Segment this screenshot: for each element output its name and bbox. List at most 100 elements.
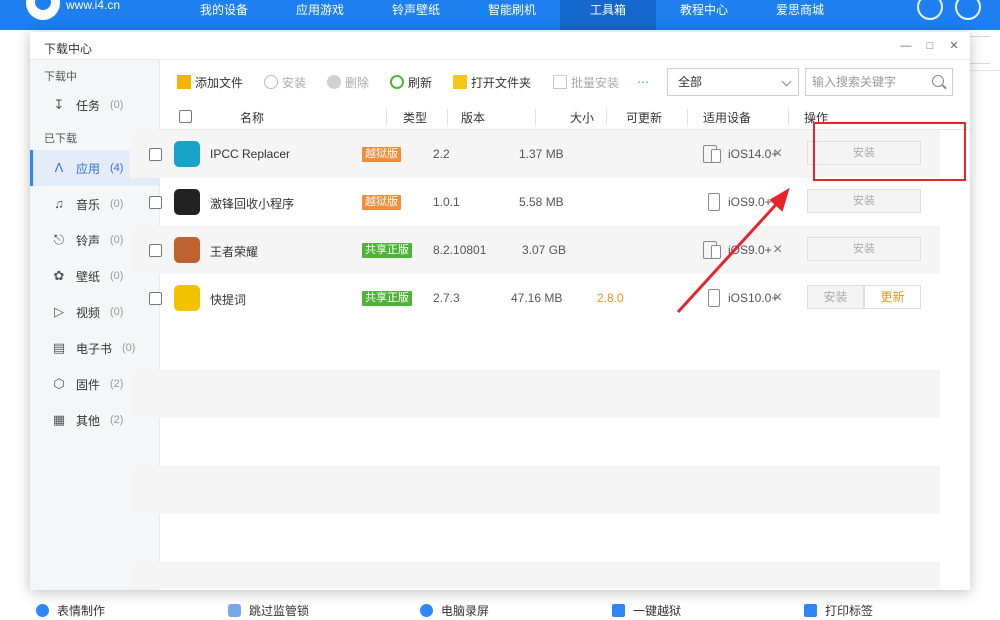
sidebar-item-count: (0) — [110, 99, 124, 111]
column-size: 大小 — [570, 111, 595, 125]
tool-label: 打印标签 — [825, 604, 874, 618]
remove-icon[interactable]: × — [773, 242, 782, 258]
sidebar-item-count: (0) — [110, 270, 124, 282]
search-icon[interactable] — [932, 75, 944, 87]
minimize-icon[interactable]: — — [899, 39, 913, 53]
maximize-icon[interactable]: □ — [923, 39, 937, 53]
toolbar-label: 删除 — [345, 75, 370, 90]
refresh-button[interactable]: 刷新 — [390, 74, 432, 90]
more-icon[interactable]: ⋯ — [637, 74, 649, 90]
nav-smart-flash[interactable]: 智能刷机 — [464, 0, 560, 30]
lock-icon — [612, 604, 625, 617]
sidebar-item-tasks[interactable]: ↧ 任务 (0) — [30, 88, 159, 122]
install-app-button[interactable]: 安装 — [807, 141, 921, 165]
filter-value: 全部 — [678, 75, 703, 89]
download-circle-icon[interactable] — [917, 0, 943, 20]
sidebar-item-label: 电子书 — [76, 341, 113, 356]
nav-apps-games[interactable]: 应用游戏 — [272, 0, 368, 30]
sidebar-item-label: 固件 — [76, 377, 101, 392]
row-checkbox[interactable] — [149, 292, 162, 305]
sidebar-item-label: 壁纸 — [76, 269, 101, 284]
app-header: www.i4.cn 我的设备 应用游戏 铃声壁纸 智能刷机 工具箱 教程中心 爱… — [0, 0, 1000, 30]
app-size: 3.07 GB — [522, 243, 567, 257]
section-downloading: 下载中 — [44, 71, 77, 83]
user-avatar-icon[interactable] — [955, 0, 981, 20]
install-app-button[interactable]: 安装 — [807, 237, 921, 261]
toolbar-label: 打开文件夹 — [471, 75, 532, 90]
filter-select[interactable]: 全部 — [667, 68, 799, 96]
table-row[interactable]: 快提词 共享正版 2.7.3 47.16 MB 2.8.0 iOS10.0+ ×… — [130, 274, 940, 322]
remove-icon[interactable]: × — [773, 146, 782, 162]
ipcc-replacer-app-icon — [174, 141, 200, 167]
nav-shop[interactable]: 爱思商城 — [752, 0, 848, 30]
smiley-icon — [36, 604, 49, 617]
grid-icon: ▦ — [52, 412, 66, 427]
nav-toolbox[interactable]: 工具箱 — [560, 0, 656, 30]
app-version: 2.2 — [433, 147, 450, 161]
tool-print-label[interactable]: 打印标签 — [804, 602, 873, 619]
select-all-checkbox[interactable] — [179, 110, 192, 123]
install-button[interactable]: 安装 — [264, 74, 306, 90]
column-type: 类型 — [403, 111, 428, 125]
column-divider — [386, 109, 387, 125]
toolbar-label: 安装 — [282, 75, 307, 90]
device-requirement: iOS14.0+ — [728, 147, 779, 161]
sidebar-item-label: 应用 — [76, 161, 101, 176]
sidebar-item-ebooks[interactable]: ▤ 电子书 (0) — [30, 331, 159, 365]
tool-label: 电脑录屏 — [441, 604, 490, 618]
row-checkbox[interactable] — [149, 244, 162, 257]
tool-emoji-maker[interactable]: 表情制作 — [36, 602, 105, 619]
app-name: 王者荣耀 — [210, 245, 259, 259]
remove-icon[interactable]: × — [773, 194, 782, 210]
app-size: 47.16 MB — [511, 291, 563, 305]
app-name: 快提词 — [210, 293, 247, 307]
app-size: 5.58 MB — [519, 195, 564, 209]
tool-skip-mdm-lock[interactable]: 跳过监管锁 — [228, 602, 309, 619]
toolbar-label: 添加文件 — [195, 75, 244, 90]
shield-icon — [228, 604, 241, 617]
add-file-button[interactable]: 添加文件 — [177, 74, 243, 90]
column-divider — [535, 109, 536, 125]
install-icon — [264, 75, 278, 89]
bell-icon: ⎋ — [53, 232, 65, 247]
install-app-button[interactable]: 安装 — [807, 189, 921, 213]
column-version: 版本 — [461, 111, 486, 125]
close-icon[interactable]: ✕ — [947, 39, 961, 53]
delete-button[interactable]: 删除 — [327, 74, 369, 90]
nav-my-device[interactable]: 我的设备 — [176, 0, 272, 30]
main-nav: 我的设备 应用游戏 铃声壁纸 智能刷机 工具箱 教程中心 爱思商城 — [176, 0, 848, 30]
table-row[interactable]: 王者荣耀 共享正版 8.2.10801 3.07 GB iOS9.0+ × 安装 — [130, 226, 940, 274]
sidebar-item-label: 铃声 — [76, 233, 101, 248]
sidebar-item-label: 视频 — [76, 305, 101, 320]
column-updatable: 可更新 — [626, 111, 663, 125]
column-divider — [687, 109, 688, 125]
column-divider — [606, 109, 607, 125]
section-downloaded: 已下载 — [44, 133, 77, 145]
remove-icon[interactable]: × — [773, 290, 782, 306]
row-checkbox[interactable] — [149, 148, 162, 161]
table-row[interactable]: IPCC Replacer 越狱版 2.2 1.37 MB iOS14.0+ ×… — [130, 130, 940, 178]
app-name: 激锋回收小程序 — [210, 197, 295, 211]
search-input[interactable] — [806, 69, 924, 95]
app-version: 1.0.1 — [433, 195, 460, 209]
column-actions: 操作 — [804, 111, 829, 125]
tool-one-click-jailbreak[interactable]: 一键越狱 — [612, 602, 681, 619]
device-requirement: iOS10.0+ — [728, 291, 779, 305]
cube-icon: ⬡ — [53, 376, 65, 391]
type-badge: 越狱版 — [362, 195, 401, 210]
search-box — [805, 68, 953, 96]
video-icon: ▷ — [54, 304, 64, 319]
download-arrow-icon: ↧ — [53, 97, 65, 112]
row-checkbox[interactable] — [149, 196, 162, 209]
install-app-button[interactable]: 安装 — [807, 285, 864, 309]
app-store-icon: Λ — [54, 160, 64, 175]
table-row[interactable]: 激锋回收小程序 越狱版 1.0.1 5.58 MB iOS9.0+ × 安装 — [130, 178, 940, 226]
open-folder-button[interactable]: 打开文件夹 — [453, 74, 531, 90]
tool-screen-record[interactable]: 电脑录屏 — [420, 602, 489, 619]
iphone-icon — [708, 289, 720, 307]
flower-icon: ✿ — [53, 268, 65, 283]
batch-install-button[interactable]: 批量安装 — [553, 74, 619, 90]
nav-ringtones-wallpapers[interactable]: 铃声壁纸 — [368, 0, 464, 30]
update-app-button[interactable]: 更新 — [864, 285, 921, 309]
nav-tutorials[interactable]: 教程中心 — [656, 0, 752, 30]
